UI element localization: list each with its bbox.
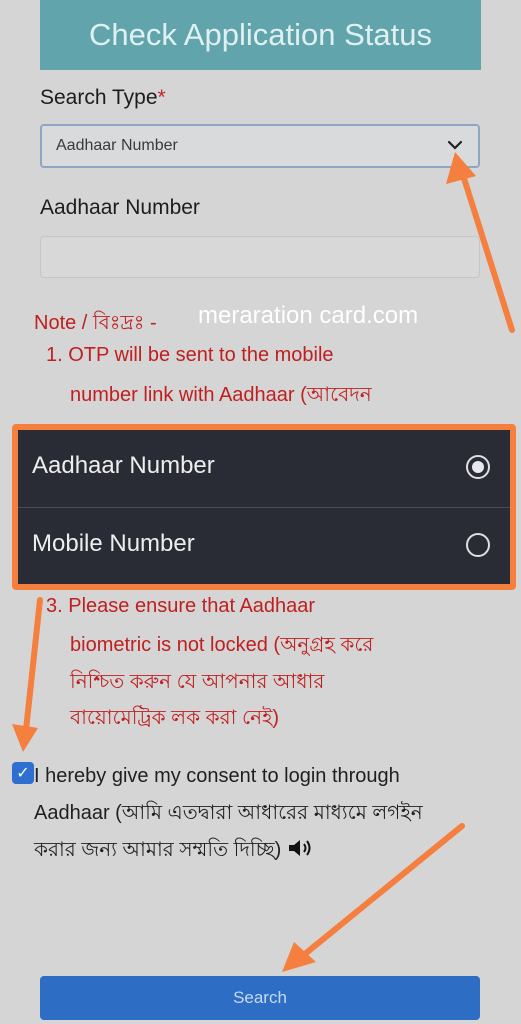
search-type-select[interactable]: Aadhaar Number (40, 124, 480, 168)
arrow-to-checkbox (23, 597, 43, 733)
search-type-label: Search Type* (40, 86, 166, 110)
option-aadhaar-number[interactable]: Aadhaar Number (18, 430, 510, 507)
search-type-label-text: Search Type (40, 86, 158, 109)
aadhaar-number-input[interactable] (40, 236, 480, 278)
note-item-3-line-2: biometric is not locked (অনুগ্রহ করে (70, 634, 374, 656)
consent-text: I hereby give my consent to login throug… (34, 758, 454, 869)
note-title: Note / বিঃদ্রঃ - (34, 312, 157, 334)
watermark-text: meraration card.com (198, 302, 419, 329)
note-item-3-line-1: 3. Please ensure that Aadhaar (46, 595, 316, 617)
option-mobile-number[interactable]: Mobile Number (18, 508, 510, 585)
radio-dot (472, 461, 484, 473)
consent-text-content: I hereby give my consent to login throug… (34, 765, 423, 861)
chevron-down-icon (447, 140, 463, 150)
check-icon: ✓ (16, 763, 30, 782)
note-item-1-line-2: number link with Aadhaar (আবেদন (70, 384, 372, 406)
note-item-3-line-3: নিশ্চিত করুন যে আপনার আধার (70, 671, 325, 693)
arrow-to-checkbox-head (12, 724, 38, 752)
radio-selected-icon (466, 455, 490, 479)
consent-checkbox[interactable]: ✓ (12, 762, 34, 784)
radio-unselected-icon (466, 533, 490, 557)
arrow-to-search-head (282, 942, 316, 972)
search-button[interactable]: Search (40, 976, 480, 1020)
aadhaar-number-label: Aadhaar Number (40, 196, 200, 219)
option-label: Mobile Number (32, 530, 195, 557)
search-type-selected-value: Aadhaar Number (56, 137, 178, 154)
page-title: Check Application Status (40, 0, 481, 70)
note-item-3-line-4: বায়োমেট্রিক লক করা নেই) (70, 707, 280, 729)
required-mark: * (157, 86, 166, 109)
speaker-icon[interactable] (287, 837, 315, 859)
note-item-1-line-1: 1. OTP will be sent to the mobile (46, 344, 334, 366)
search-type-options-popup: Aadhaar Number Mobile Number (12, 424, 516, 590)
option-label: Aadhaar Number (32, 452, 215, 479)
